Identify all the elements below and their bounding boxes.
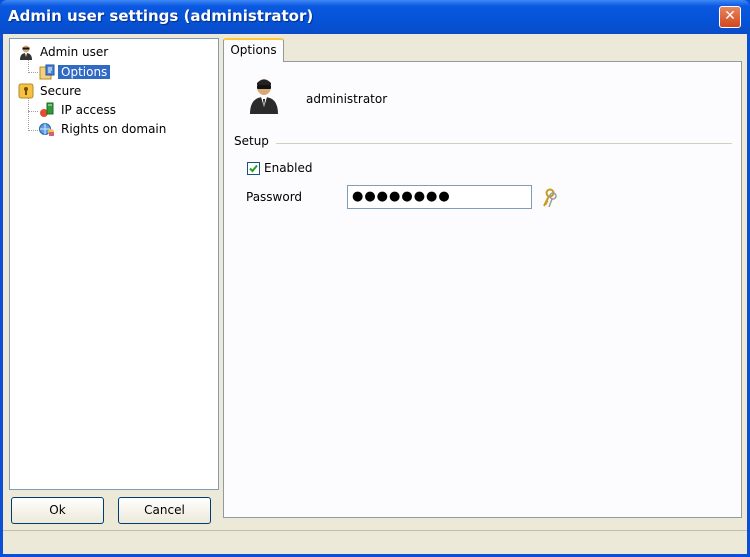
cancel-button[interactable]: Cancel [118, 497, 211, 524]
tree-item-label: Options [58, 65, 111, 79]
options-icon [39, 64, 55, 79]
admin-avatar-icon [250, 79, 278, 114]
tree-item-ip-access[interactable]: IP access [39, 101, 119, 119]
tab-options[interactable]: Options [223, 38, 284, 62]
status-bar [3, 530, 747, 555]
enabled-checkbox[interactable] [247, 162, 260, 175]
close-button[interactable]: ✕ [719, 6, 741, 28]
tree-item-label: Secure [40, 84, 82, 98]
options-panel: administrator Setup Enabled Password ●●●… [223, 61, 742, 518]
setup-group-label: Setup [234, 134, 269, 148]
tree-connector [28, 130, 38, 131]
tree-item-label: Rights on domain [61, 122, 167, 136]
title-bar[interactable]: Admin user settings (administrator) ✕ [0, 0, 750, 34]
password-field[interactable]: ●●●●●●●● [347, 185, 532, 209]
admin-user-icon [20, 45, 32, 60]
tree-connector [28, 111, 38, 112]
window-title: Admin user settings (administrator) [8, 7, 314, 25]
tree-item-label: Admin user [40, 45, 109, 59]
ok-button[interactable]: Ok [11, 497, 104, 524]
tree-item-label: IP access [61, 103, 117, 117]
setup-divider [276, 143, 732, 144]
tree-connector [28, 96, 29, 131]
dialog-client-area: Admin user Options Secure IP access Righ… [3, 34, 747, 554]
tree-item-secure[interactable]: Secure [18, 82, 84, 100]
dialog-window: Admin user settings (administrator) ✕ Ad… [0, 0, 750, 557]
tree-connector [28, 72, 38, 73]
keys-icon[interactable] [538, 188, 558, 208]
ip-access-icon [40, 102, 54, 117]
secure-icon [18, 83, 34, 98]
tree-item-rights-on-domain[interactable]: Rights on domain [39, 120, 169, 138]
tree-item-options[interactable]: Options [39, 63, 111, 81]
settings-tree: Admin user Options Secure IP access Righ… [9, 38, 219, 490]
tree-item-admin-user[interactable]: Admin user [18, 43, 111, 61]
enabled-label[interactable]: Enabled [264, 161, 313, 175]
checkmark-icon [249, 164, 258, 173]
password-label: Password [246, 190, 303, 204]
rights-domain-icon [39, 122, 54, 136]
admin-username: administrator [306, 92, 388, 106]
